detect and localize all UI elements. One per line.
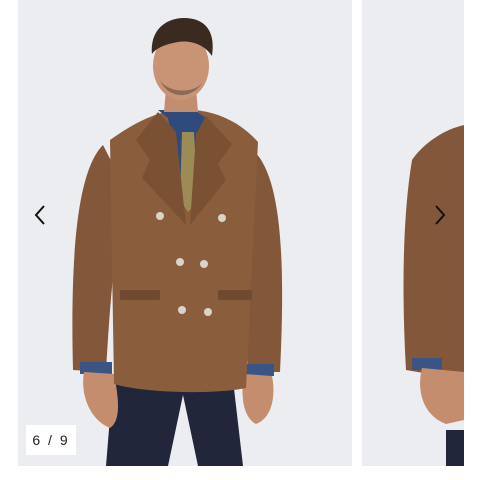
product-photo-blazer-front — [18, 0, 352, 466]
image-counter: 6 / 9 — [26, 425, 76, 455]
product-image-gallery: 6 / 9 — [0, 0, 480, 480]
gallery-slide-current[interactable] — [18, 0, 352, 466]
chevron-left-icon — [34, 205, 45, 225]
next-image-button[interactable] — [426, 200, 454, 230]
gallery-slide-next[interactable] — [362, 0, 464, 466]
chevron-right-icon — [435, 205, 446, 225]
product-photo-blazer-next — [362, 0, 464, 466]
previous-image-button[interactable] — [26, 200, 54, 230]
